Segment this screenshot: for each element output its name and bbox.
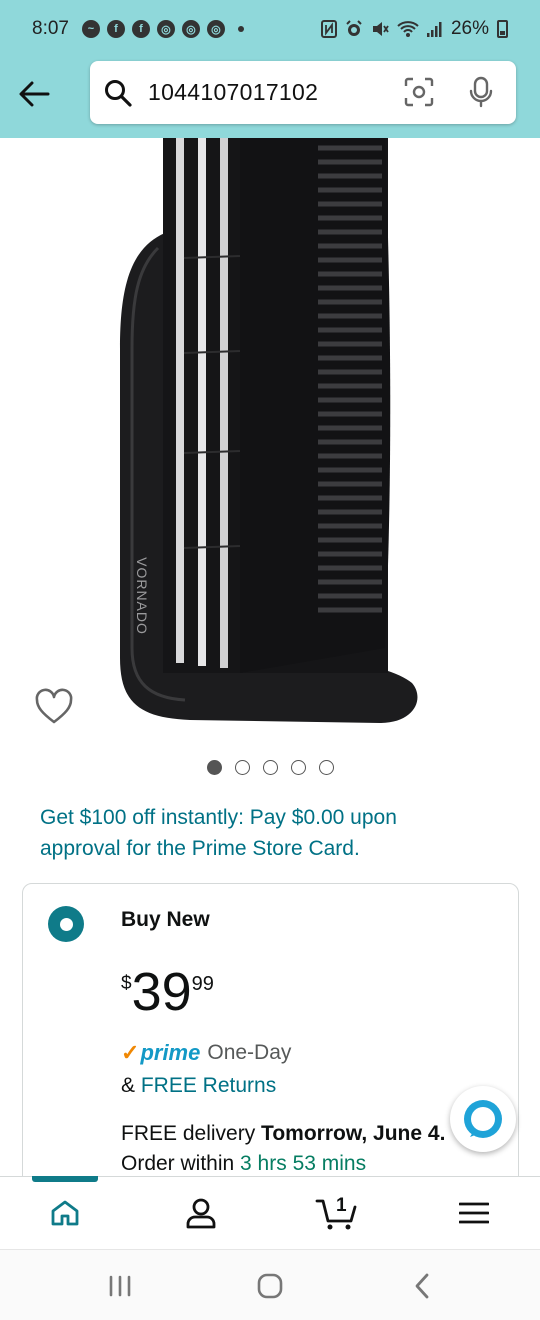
prime-badge: ✓ prime One-Day xyxy=(121,1040,291,1066)
nav-home[interactable] xyxy=(43,1193,87,1233)
person-icon xyxy=(186,1198,216,1229)
wifi-icon xyxy=(397,21,419,37)
messenger-icon: ~ xyxy=(81,20,100,38)
price: $ 39 99 xyxy=(121,964,214,1020)
status-bar: 8:07 ~ f f ◎ ◎ ◎ 26% xyxy=(0,0,540,58)
recent-apps-icon xyxy=(109,1275,131,1297)
battery-icon xyxy=(497,20,508,38)
alarm-icon xyxy=(346,20,362,36)
voice-search-button[interactable] xyxy=(464,75,498,109)
facebook-icon: f xyxy=(131,20,150,38)
chrome-icon: ◎ xyxy=(181,20,200,38)
status-right: 26% xyxy=(320,18,508,40)
microphone-icon xyxy=(469,76,493,108)
alexa-button[interactable] xyxy=(450,1086,516,1152)
order-time-remaining: 3 hrs 53 mins xyxy=(240,1152,367,1175)
system-navigation-bar xyxy=(0,1249,540,1320)
bottom-navigation: 1 xyxy=(0,1176,540,1248)
camera-scan-icon xyxy=(404,77,434,107)
status-time: 8:07 xyxy=(32,18,69,39)
search-header: 1044107017102 xyxy=(0,58,540,138)
order-countdown: Order within 3 hrs 53 mins xyxy=(121,1152,366,1176)
tower-fan-illustration xyxy=(120,138,418,723)
brand-logo: VORNADO xyxy=(133,557,150,635)
buy-new-radio[interactable] xyxy=(48,906,84,942)
chevron-left-icon xyxy=(415,1273,429,1299)
buy-new-box: Buy New $ 39 99 ✓ prime One-Day & FREE R… xyxy=(22,883,519,1203)
active-tab-indicator xyxy=(32,1176,98,1182)
home-system-button[interactable] xyxy=(250,1270,290,1302)
returns-row: & FREE Returns xyxy=(121,1074,276,1098)
nav-menu[interactable] xyxy=(452,1193,496,1233)
home-circle-icon xyxy=(257,1273,283,1299)
mute-icon xyxy=(372,22,389,36)
image-carousel-dots xyxy=(0,760,540,775)
price-fraction: 99 xyxy=(191,973,214,995)
free-returns-link[interactable]: FREE Returns xyxy=(141,1074,276,1097)
carousel-dot[interactable] xyxy=(234,760,250,775)
back-button[interactable] xyxy=(14,76,54,112)
search-icon xyxy=(105,79,132,107)
prime-logo: prime xyxy=(140,1040,201,1065)
delivery-info: FREE delivery Tomorrow, June 4. xyxy=(121,1122,445,1146)
back-system-button[interactable] xyxy=(402,1270,442,1302)
signal-icon xyxy=(426,22,442,37)
order-prefix: Order within xyxy=(121,1152,241,1175)
menu-icon xyxy=(459,1202,489,1224)
chrome-icon: ◎ xyxy=(156,20,175,38)
battery-percent: 26% xyxy=(450,18,489,39)
recent-apps-button[interactable] xyxy=(100,1270,140,1302)
carousel-dot[interactable] xyxy=(206,760,222,775)
nfc-icon xyxy=(320,20,337,38)
product-image[interactable]: VORNADO xyxy=(0,138,540,738)
facebook-icon: f xyxy=(106,20,125,38)
carousel-dot[interactable] xyxy=(290,760,306,775)
delivery-prefix: FREE delivery xyxy=(121,1122,262,1145)
returns-prefix: & xyxy=(121,1074,141,1097)
buy-new-label: Buy New xyxy=(121,908,210,931)
carousel-dot[interactable] xyxy=(318,760,334,775)
search-input[interactable]: 1044107017102 xyxy=(148,79,318,106)
back-arrow-icon xyxy=(19,81,50,107)
heart-icon xyxy=(35,688,73,724)
prime-check-icon: ✓ xyxy=(121,1040,140,1065)
carousel-dot[interactable] xyxy=(262,760,278,775)
home-icon xyxy=(51,1200,79,1226)
price-whole: 39 xyxy=(131,962,192,1022)
prime-store-card-promo[interactable]: Get $100 off instantly: Pay $0.00 upon a… xyxy=(40,802,480,864)
chrome-icon: ◎ xyxy=(206,20,225,38)
wishlist-button[interactable] xyxy=(34,688,74,726)
price-currency: $ xyxy=(121,973,132,994)
more-notifications-dot xyxy=(237,26,244,32)
delivery-date: Tomorrow, June 4. xyxy=(261,1122,446,1145)
camera-search-button[interactable] xyxy=(402,75,436,109)
prime-speed: One-Day xyxy=(207,1041,292,1064)
alexa-icon xyxy=(464,1100,502,1138)
nav-account[interactable] xyxy=(179,1193,223,1233)
cart-count: 1 xyxy=(336,1195,347,1216)
nav-cart[interactable]: 1 xyxy=(314,1193,360,1233)
search-bar[interactable]: 1044107017102 xyxy=(90,61,516,124)
status-left: 8:07 ~ f f ◎ ◎ ◎ xyxy=(32,18,244,40)
